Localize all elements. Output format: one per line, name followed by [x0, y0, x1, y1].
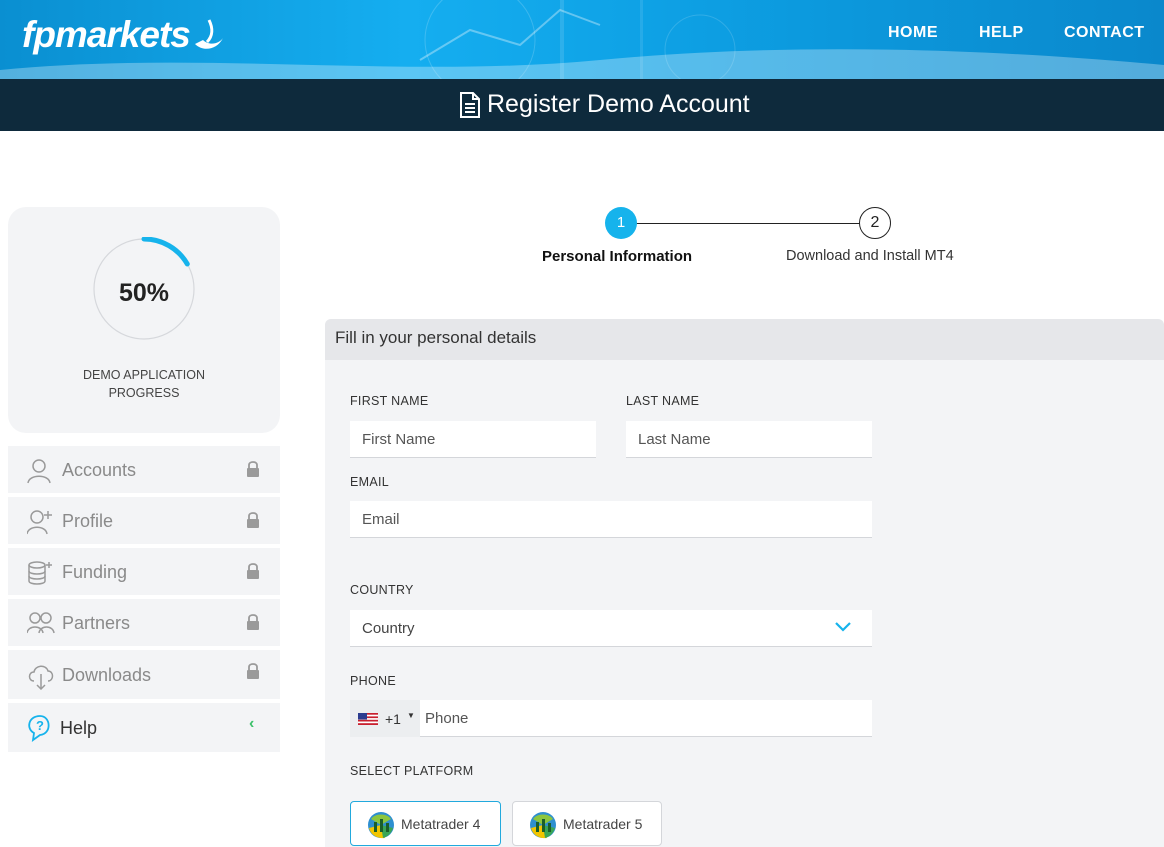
chevron-down-icon [835, 622, 851, 632]
dial-code: +1 [385, 711, 401, 727]
last-name-label: LAST NAME [626, 394, 700, 408]
document-icon [460, 92, 480, 118]
user-icon [27, 459, 51, 484]
country-code-dropdown[interactable]: +1 ▼ [350, 700, 420, 737]
cloud-download-icon [28, 665, 54, 690]
page-title-bar: Register Demo Account [0, 79, 1164, 131]
sidebar-item-label: Help [60, 718, 98, 738]
sidebar-item-label: Funding [62, 562, 128, 582]
page-title: Register Demo Account [487, 90, 750, 118]
svg-text:?: ? [36, 718, 44, 733]
metatrader-icon [530, 812, 556, 839]
partners-icon [27, 612, 55, 634]
sidebar-item-accounts[interactable]: Accounts [8, 446, 280, 493]
site-header: fpmarkets HOME HELP CONTACT [0, 0, 1164, 79]
progress-card: 50% DEMO APPLICATION PROGRESS [8, 207, 280, 433]
form-heading: Fill in your personal details [335, 328, 537, 347]
lock-icon [247, 461, 259, 477]
nav-contact-link[interactable]: CONTACT [1064, 24, 1145, 42]
country-label: COUNTRY [350, 583, 414, 597]
country-select-value: Country [362, 620, 415, 637]
sidebar-item-downloads[interactable]: Downloads [8, 650, 280, 699]
sidebar-item-label: Profile [62, 511, 114, 531]
sidebar-item-funding[interactable]: Funding [8, 548, 280, 595]
first-name-field [350, 421, 596, 458]
step-1-label: Personal Information [542, 248, 693, 265]
lock-icon [247, 512, 259, 528]
caret-down-icon: ▼ [407, 711, 415, 720]
step-2-indicator: 2 [859, 207, 891, 239]
progress-label-line1: DEMO APPLICATION [82, 368, 205, 382]
logo-swoosh-icon [195, 19, 223, 49]
platform-option-label: Metatrader 5 [563, 816, 643, 832]
sidebar-item-profile[interactable]: Profile [8, 497, 280, 544]
first-name-input[interactable] [350, 421, 596, 457]
sidebar-item-label: Accounts [62, 460, 137, 480]
sidebar-item-help[interactable]: ? Help ‹ [8, 703, 280, 752]
lock-icon [247, 663, 259, 679]
step-2-label: Download and Install MT4 [786, 248, 954, 264]
coins-icon [28, 561, 52, 585]
platform-option-label: Metatrader 4 [401, 816, 481, 832]
add-user-icon [27, 510, 52, 535]
nav-home-link[interactable]: HOME [888, 24, 938, 42]
progress-label: DEMO APPLICATION PROGRESS [8, 366, 280, 402]
fpmarkets-logo[interactable]: fpmarkets [22, 14, 191, 56]
last-name-input[interactable] [626, 421, 872, 457]
first-name-label: FIRST NAME [350, 394, 429, 408]
last-name-field [626, 421, 872, 458]
email-input[interactable] [350, 501, 872, 537]
phone-label: PHONE [350, 674, 396, 688]
us-flag-icon [358, 713, 378, 725]
metatrader-icon [368, 812, 394, 839]
platform-option-mt4[interactable]: Metatrader 4 [350, 801, 501, 846]
country-select[interactable]: Country [350, 610, 872, 647]
progress-percent: 50% [118, 279, 170, 307]
personal-details-form: Fill in your personal details FIRST NAME… [325, 319, 1164, 847]
sidebar-item-label: Partners [62, 613, 131, 633]
sidebar-item-label: Downloads [62, 665, 152, 685]
progress-arc [141, 237, 190, 267]
email-label: EMAIL [350, 475, 390, 489]
phone-field: +1 ▼ [350, 700, 872, 737]
sidebar-item-partners[interactable]: Partners [8, 599, 280, 646]
platform-label: SELECT PLATFORM [350, 764, 474, 778]
form-header: Fill in your personal details [325, 319, 1164, 360]
step-1-indicator: 1 [605, 207, 637, 239]
lock-icon [247, 614, 259, 630]
chevron-left-icon[interactable]: ‹ [249, 715, 254, 733]
nav-help-link[interactable]: HELP [979, 24, 1024, 42]
email-field [350, 501, 872, 538]
platform-option-mt5[interactable]: Metatrader 5 [512, 801, 662, 846]
lock-icon [247, 563, 259, 579]
phone-input[interactable] [420, 700, 872, 736]
stepper-connector [636, 223, 860, 224]
help-bubble-icon: ? [28, 715, 50, 742]
progress-label-line2: PROGRESS [108, 386, 180, 400]
